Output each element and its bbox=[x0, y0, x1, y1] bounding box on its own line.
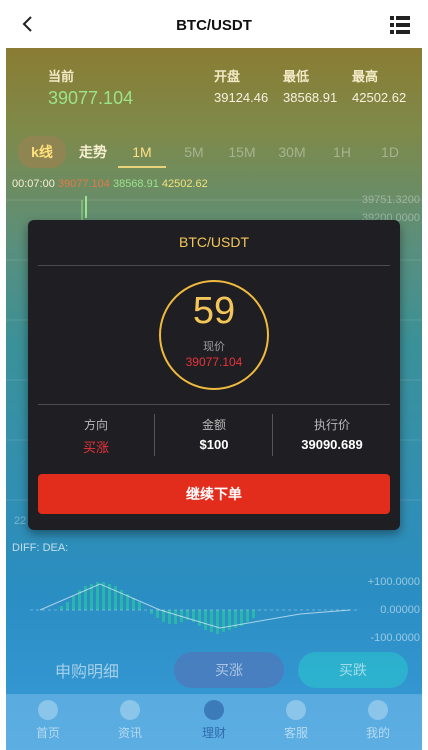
bottom-nav: 首页 资讯 理财 客服 我的 bbox=[6, 694, 422, 750]
buy-up-button[interactable]: 买涨 bbox=[174, 652, 284, 688]
nav-label: 理财 bbox=[201, 726, 226, 740]
page-title: BTC/USDT bbox=[176, 17, 252, 34]
nav-label: 资讯 bbox=[117, 726, 142, 740]
nav-label: 我的 bbox=[365, 726, 390, 740]
buy-down-button[interactable]: 买跌 bbox=[298, 652, 408, 688]
tab-5m[interactable]: 5M bbox=[170, 136, 218, 168]
nav-news[interactable]: 资讯 bbox=[100, 700, 160, 741]
current-price: 39077.104 bbox=[48, 88, 134, 108]
high-price: 42502.62 bbox=[352, 90, 407, 105]
dea-label: DEA: bbox=[42, 542, 69, 554]
top-bar: BTC/USDT bbox=[0, 0, 428, 48]
low-price: 38568.91 bbox=[283, 90, 338, 105]
tab-1m[interactable]: 1M bbox=[118, 136, 166, 168]
news-icon bbox=[120, 700, 140, 720]
finance-icon bbox=[204, 700, 224, 720]
exec-price-value: 39090.689 bbox=[301, 437, 363, 452]
order-modal: BTC/USDT 59 现价 39077.104 方向 买涨 金额 $100 执… bbox=[28, 220, 400, 530]
direction-info: 方向 买涨 bbox=[38, 416, 154, 456]
diff-label: DIFF: bbox=[12, 542, 40, 554]
price-tick-bottom: 22 bbox=[14, 515, 27, 527]
price-label: 现价 bbox=[203, 341, 225, 353]
tab-1h[interactable]: 1H bbox=[318, 136, 366, 168]
list-menu-icon[interactable] bbox=[390, 16, 410, 34]
macd-legend: DIFF: DEA: bbox=[12, 542, 68, 554]
timeframe-tabs: k线 走势 1M 5M 15M 30M 1H 1D bbox=[18, 136, 422, 172]
divider bbox=[272, 414, 273, 456]
tab-kline[interactable]: k线 bbox=[18, 136, 66, 168]
profile-icon bbox=[368, 700, 388, 720]
chart-time: 00:07:00 bbox=[12, 178, 55, 190]
macd-histogram bbox=[30, 582, 360, 634]
direction-label: 方向 bbox=[83, 418, 108, 432]
continue-order-button[interactable]: 继续下单 bbox=[38, 474, 390, 514]
amount-info: 金额 $100 bbox=[156, 416, 272, 452]
divider bbox=[38, 265, 390, 266]
home-icon bbox=[38, 700, 58, 720]
chart-high: 42502.62 bbox=[161, 178, 208, 190]
price-tick: 39751.3200 bbox=[361, 194, 420, 206]
direction-value: 买涨 bbox=[82, 440, 109, 455]
nav-profile[interactable]: 我的 bbox=[348, 700, 408, 741]
low-label: 最低 bbox=[283, 69, 310, 84]
divider bbox=[154, 414, 155, 456]
nav-label: 客服 bbox=[283, 726, 308, 740]
macd-tick: +100.0000 bbox=[367, 576, 420, 588]
chart-low: 38568.91 bbox=[112, 178, 159, 190]
tab-15m[interactable]: 15M bbox=[218, 136, 266, 168]
modal-title: BTC/USDT bbox=[179, 234, 249, 250]
open-label: 开盘 bbox=[214, 69, 241, 84]
macd-tick: 0.00000 bbox=[380, 604, 420, 616]
nav-support[interactable]: 客服 bbox=[266, 700, 326, 741]
tab-1d[interactable]: 1D bbox=[366, 136, 414, 168]
bottom-actions: 申购明细 买涨 买跌 bbox=[0, 650, 428, 690]
price-value: 39077.104 bbox=[185, 355, 243, 369]
exec-price-label: 执行价 bbox=[313, 418, 350, 432]
price-stats: 当前 39077.104 开盘 39124.46 最低 38568.91 最高 … bbox=[42, 66, 422, 116]
countdown-seconds: 59 bbox=[192, 290, 236, 332]
chart-info-row: 00:07:00 39077.104 38568.91 42502.62 bbox=[12, 178, 208, 190]
exec-price-info: 执行价 39090.689 bbox=[274, 416, 390, 452]
nav-label: 首页 bbox=[35, 726, 60, 740]
nav-home[interactable]: 首页 bbox=[18, 700, 78, 741]
current-label: 当前 bbox=[48, 69, 75, 84]
countdown-ring: 59 现价 39077.104 bbox=[159, 280, 269, 390]
tab-30m[interactable]: 30M bbox=[268, 136, 316, 168]
amount-label: 金额 bbox=[201, 418, 226, 432]
tab-trend[interactable]: 走势 bbox=[70, 136, 116, 168]
divider bbox=[38, 404, 390, 405]
amount-value: $100 bbox=[199, 437, 229, 452]
subscription-details-link[interactable]: 申购明细 bbox=[55, 658, 119, 682]
high-label: 最高 bbox=[352, 69, 379, 84]
nav-finance[interactable]: 理财 bbox=[184, 700, 244, 741]
open-price: 39124.46 bbox=[214, 90, 269, 105]
support-icon bbox=[286, 700, 306, 720]
macd-tick: -100.0000 bbox=[370, 632, 420, 644]
chart-current: 39077.104 bbox=[57, 178, 110, 190]
